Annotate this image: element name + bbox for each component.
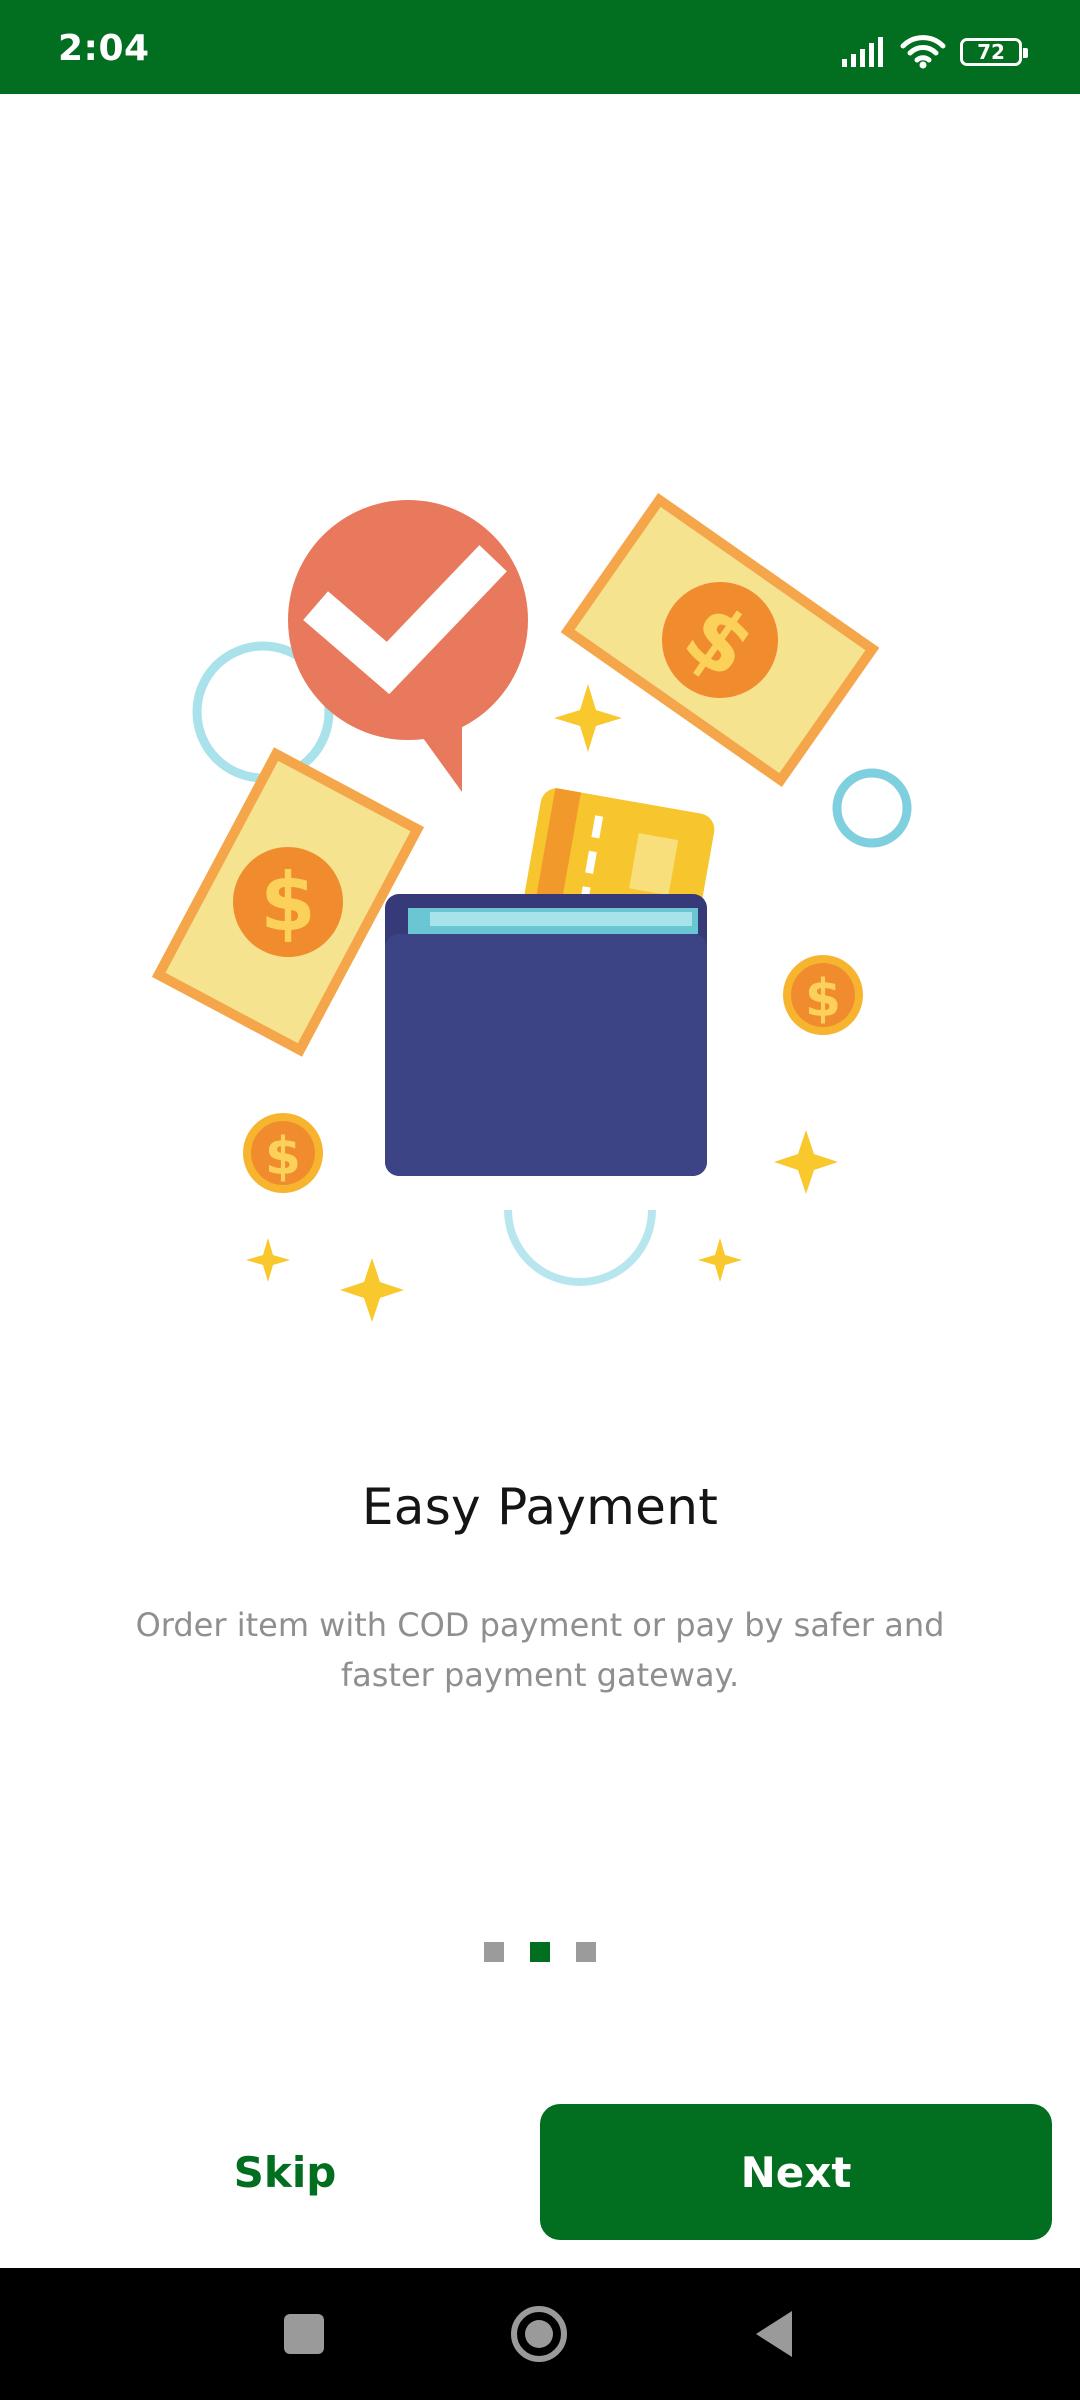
back-icon: [756, 2311, 792, 2357]
home-button[interactable]: [459, 2268, 619, 2400]
home-icon: [511, 2306, 567, 2362]
status-bar: 2:04 72: [0, 0, 1080, 94]
onboarding-title: Easy Payment: [361, 1478, 719, 1536]
status-time: 2:04: [58, 28, 150, 69]
recents-button[interactable]: [224, 2268, 384, 2400]
signal-icon: [842, 37, 883, 67]
next-button[interactable]: Next: [540, 2104, 1052, 2240]
svg-text:$: $: [805, 969, 841, 1029]
banknote-icon: $: [151, 747, 425, 1057]
page-dot: [484, 1942, 504, 1962]
arc-decoration: [504, 1209, 656, 1286]
wifi-icon: [900, 35, 946, 69]
battery-icon: 72: [960, 38, 1028, 66]
page-indicator: [0, 1942, 1080, 1962]
navigation-bar: [0, 2268, 1080, 2400]
battery-level: 72: [977, 40, 1005, 64]
ring-decoration: [832, 768, 912, 848]
wallet-icon: [385, 894, 707, 1176]
checkmark-bubble-icon: [288, 500, 528, 792]
page-dot: [576, 1942, 596, 1962]
back-button[interactable]: [694, 2268, 854, 2400]
recents-icon: [284, 2314, 324, 2354]
skip-button[interactable]: Skip: [150, 2104, 420, 2240]
svg-text:$: $: [260, 856, 316, 949]
page-dot-active: [530, 1942, 550, 1962]
banknote-icon: $: [560, 492, 880, 788]
svg-text:$: $: [265, 1127, 301, 1187]
status-icons: 72: [842, 34, 1028, 70]
wallet-payment-illustration: $ $ $ $: [151, 492, 912, 1322]
coin-icon: $: [783, 955, 863, 1035]
coin-icon: $: [243, 1113, 323, 1193]
onboarding-description: Order item with COD payment or pay by sa…: [135, 1606, 945, 1694]
